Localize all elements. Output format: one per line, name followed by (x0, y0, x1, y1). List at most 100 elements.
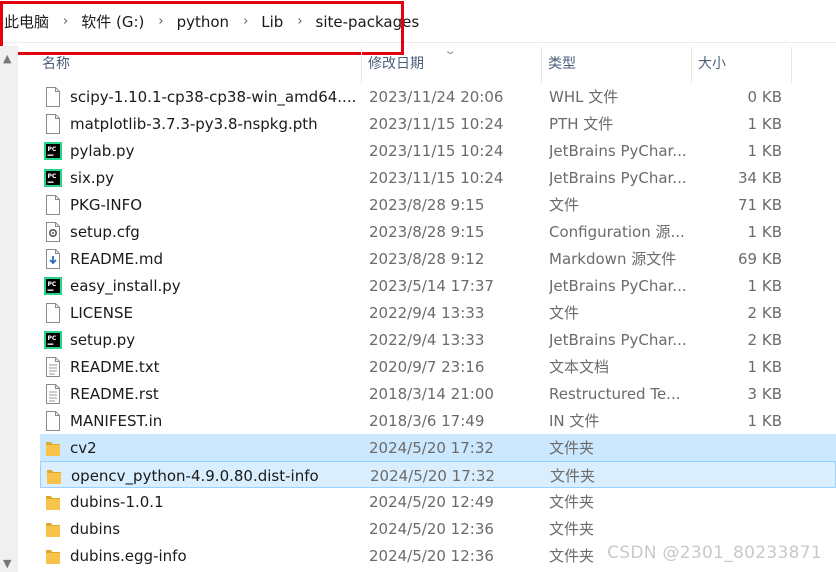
file-name-cell[interactable]: setup.cfg (44, 218, 366, 245)
folder-row[interactable]: opencv_python-4.9.0.80.dist-info 2024/5/2… (40, 461, 836, 488)
file-icon (44, 113, 62, 134)
file-size (690, 434, 782, 461)
file-name-cell[interactable]: opencv_python-4.9.0.80.dist-info (45, 462, 367, 489)
folder-icon (44, 438, 62, 458)
file-type: Restructured Te... (549, 384, 681, 403)
file-name-cell[interactable]: dubins (44, 515, 366, 542)
vertical-scrollbar[interactable]: ▲ ▼ (0, 46, 18, 572)
file-name-cell[interactable]: README.txt (44, 353, 366, 380)
file-size: 34 KB (738, 168, 782, 187)
file-row[interactable]: PC easy_install.py 2023/5/14 17:37 JetBrain… (40, 272, 836, 299)
file-name-cell[interactable]: dubins-1.0.1 (44, 488, 366, 515)
scroll-up-arrow-icon[interactable]: ▲ (3, 52, 11, 65)
file-type: 文件夹 (549, 520, 595, 538)
file-name: README.rst (70, 384, 159, 403)
breadcrumb-item-site-packages[interactable]: site-packages (315, 13, 421, 31)
file-date: 2018/3/6 17:49 (369, 411, 485, 430)
breadcrumb-item-drive-g[interactable]: 软件 (G:) (80, 11, 145, 32)
folder-row[interactable]: dubins-1.0.1 2024/5/20 12:49 文件夹 (40, 488, 836, 515)
file-date: 2023/8/28 9:15 (369, 222, 485, 241)
file-type: JetBrains PyChar... (549, 276, 687, 295)
breadcrumb-item-python[interactable]: python (176, 13, 230, 31)
file-row[interactable]: setup.cfg 2023/8/28 9:15 Configuration 源..… (40, 218, 836, 245)
scroll-down-arrow-icon[interactable]: ▼ (3, 557, 11, 570)
file-name-cell[interactable]: scipy-1.10.1-cp38-cp38-win_amd64.... (44, 83, 366, 110)
folder-row[interactable]: dubins 2024/5/20 12:36 文件夹 (40, 515, 836, 542)
file-type: PTH 文件 (549, 115, 614, 133)
file-size: 3 KB (747, 384, 782, 403)
file-row[interactable]: scipy-1.10.1-cp38-cp38-win_amd64.... 2023… (40, 83, 836, 110)
column-header-date-label: 修改日期 (368, 56, 424, 72)
svg-text:PC: PC (48, 281, 57, 288)
file-name: dubins-1.0.1 (70, 492, 164, 511)
file-name-cell[interactable]: matplotlib-3.7.3-py3.8-nspkg.pth (44, 110, 366, 137)
file-size (690, 515, 782, 542)
column-divider[interactable] (791, 47, 792, 83)
file-name-cell[interactable]: PC pylab.py (44, 137, 366, 164)
breadcrumb-item-lib[interactable]: Lib (260, 13, 284, 31)
chevron-right-icon[interactable]: › (63, 14, 68, 29)
folder-icon (44, 492, 62, 512)
file-type: 文件 (549, 196, 580, 214)
chevron-right-icon[interactable]: › (243, 14, 248, 29)
column-header-type[interactable]: 类型 (542, 43, 692, 83)
file-name-cell[interactable]: MANIFEST.in (44, 407, 366, 434)
folder-icon (44, 546, 62, 566)
file-date: 2024/5/20 12:36 (369, 519, 494, 538)
file-name-cell[interactable]: PKG-INFO (44, 191, 366, 218)
file-name: setup.py (70, 330, 136, 349)
file-date: 2023/8/28 9:15 (369, 195, 485, 214)
file-row[interactable]: MANIFEST.in 2018/3/6 17:49 IN 文件 1 KB (40, 407, 836, 434)
file-name: dubins (70, 519, 121, 538)
file-date: 2023/8/28 9:12 (369, 249, 485, 268)
folder-icon (45, 466, 63, 486)
file-date: 2024/5/20 12:36 (369, 546, 494, 565)
file-row[interactable]: PC pylab.py 2023/11/15 10:24 JetBrains PyCh… (40, 137, 836, 164)
file-date: 2023/11/15 10:24 (369, 114, 504, 133)
file-date: 2022/9/4 13:33 (369, 303, 485, 322)
file-name-cell[interactable]: PC easy_install.py (44, 272, 366, 299)
file-date: 2018/3/14 21:00 (369, 384, 494, 403)
file-name-cell[interactable]: dubins.egg-info (44, 542, 366, 569)
file-type: WHL 文件 (549, 88, 619, 106)
file-size: 1 KB (747, 411, 782, 430)
folder-row[interactable]: cv2 2024/5/20 17:32 文件夹 (40, 434, 836, 461)
file-size: 69 KB (738, 249, 782, 268)
file-name-cell[interactable]: README.md (44, 245, 366, 272)
chevron-right-icon[interactable]: › (297, 14, 302, 29)
column-header-name[interactable]: 名称 (36, 43, 362, 83)
file-name-cell[interactable]: cv2 (44, 434, 366, 461)
file-name: dubins.egg-info (70, 546, 187, 565)
file-row[interactable]: README.md 2023/8/28 9:12 Markdown 源文件 69 KB (40, 245, 836, 272)
file-date: 2024/5/20 17:32 (369, 438, 494, 457)
pycharm-icon: PC (44, 276, 62, 296)
file-size (691, 462, 783, 489)
file-name: LICENSE (70, 303, 133, 322)
file-row[interactable]: README.rst 2018/3/14 21:00 Restructured Te… (40, 380, 836, 407)
file-type: 文本文档 (549, 358, 610, 376)
column-header-size[interactable]: 大小 (692, 43, 792, 83)
chevron-right-icon[interactable]: › (158, 14, 163, 29)
markdown-file-icon (44, 248, 62, 269)
file-name: PKG-INFO (70, 195, 142, 214)
file-name-cell[interactable]: LICENSE (44, 299, 366, 326)
file-type: 文件夹 (549, 493, 595, 511)
file-type: 文件 (549, 304, 580, 322)
file-type: 文件夹 (549, 439, 595, 457)
file-name-cell[interactable]: PC six.py (44, 164, 366, 191)
breadcrumb-item-this-pc[interactable]: 此电脑 (3, 11, 50, 32)
file-size: 2 KB (747, 303, 782, 322)
file-size: 1 KB (747, 114, 782, 133)
file-row[interactable]: matplotlib-3.7.3-py3.8-nspkg.pth 2023/11/… (40, 110, 836, 137)
file-name: pylab.py (70, 141, 135, 160)
file-row[interactable]: PKG-INFO 2023/8/28 9:15 文件 71 KB (40, 191, 836, 218)
file-name-cell[interactable]: README.rst (44, 380, 366, 407)
file-date: 2023/11/15 10:24 (369, 141, 504, 160)
address-bar[interactable]: 此电脑 › 软件 (G:) › python › Lib › site-pack… (0, 0, 836, 43)
file-row[interactable]: LICENSE 2022/9/4 13:33 文件 2 KB (40, 299, 836, 326)
file-size (690, 488, 782, 515)
file-row[interactable]: PC setup.py 2022/9/4 13:33 JetBrains PyChar… (40, 326, 836, 353)
file-row[interactable]: README.txt 2020/9/7 23:16 文本文档 1 KB (40, 353, 836, 380)
file-name-cell[interactable]: PC setup.py (44, 326, 366, 353)
file-row[interactable]: PC six.py 2023/11/15 10:24 JetBrains PyChar… (40, 164, 836, 191)
